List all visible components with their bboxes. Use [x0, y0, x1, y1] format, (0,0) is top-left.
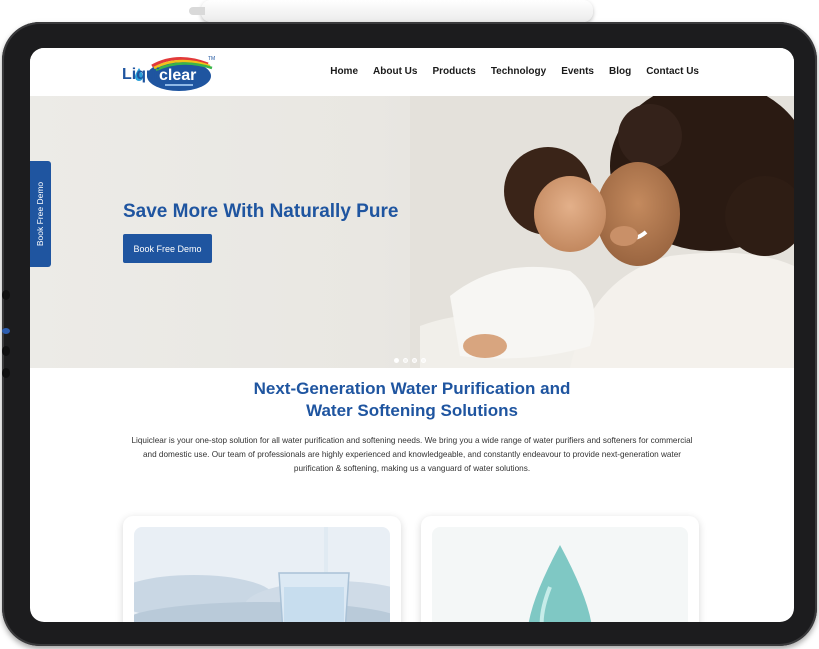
nav-technology[interactable]: Technology: [491, 66, 546, 77]
slider-dot[interactable]: [394, 358, 399, 363]
slider-dot[interactable]: [421, 358, 426, 363]
side-tab-label: Book Free Demo: [35, 181, 46, 247]
water-glass-image: [134, 527, 390, 622]
nav-products[interactable]: Products: [432, 66, 475, 77]
main-nav: Home About Us Products Technology Events…: [330, 66, 699, 77]
hero-banner: Save More With Naturally Pure Book Free …: [30, 96, 794, 368]
svg-text:Liqui: Liqui: [122, 66, 160, 83]
nav-contact-us[interactable]: Contact Us: [646, 66, 699, 77]
brand-logo[interactable]: Liqui clear TM: [122, 54, 218, 92]
slider-dot[interactable]: [412, 358, 417, 363]
frame-button: [2, 368, 10, 378]
tablet-frame: Liqui clear TM Home About Us Products Te…: [2, 22, 817, 646]
svg-text:clear: clear: [159, 67, 196, 84]
nav-blog[interactable]: Blog: [609, 66, 631, 77]
apple-pencil: [189, 0, 593, 22]
book-free-demo-button[interactable]: Book Free Demo: [123, 234, 212, 263]
water-drop-image: [432, 527, 688, 622]
frame-indicator: [2, 328, 10, 334]
site-header: Liqui clear TM Home About Us Products Te…: [30, 48, 794, 96]
slider-dot[interactable]: [403, 358, 408, 363]
hero-photo: [410, 96, 794, 368]
svg-text:TM: TM: [208, 56, 215, 62]
frame-button: [2, 346, 10, 356]
intro-paragraph: Liquiclear is your one-stop solution for…: [131, 436, 693, 473]
website-screen: Liqui clear TM Home About Us Products Te…: [30, 48, 794, 622]
section-title-line1: Next-Generation Water Purification and: [253, 379, 571, 398]
section-title: Next-Generation Water Purification and W…: [30, 378, 794, 422]
section-title-line2: Water Softening Solutions: [306, 401, 518, 420]
book-free-demo-side-tab[interactable]: Book Free Demo: [30, 161, 51, 267]
nav-events[interactable]: Events: [561, 66, 594, 77]
product-card[interactable]: [123, 516, 401, 622]
nav-home[interactable]: Home: [330, 66, 358, 77]
slider-dots: [394, 358, 426, 363]
hero-title: Save More With Naturally Pure: [123, 201, 399, 222]
frame-button: [2, 290, 10, 300]
nav-about-us[interactable]: About Us: [373, 66, 417, 77]
product-card[interactable]: [421, 516, 699, 622]
